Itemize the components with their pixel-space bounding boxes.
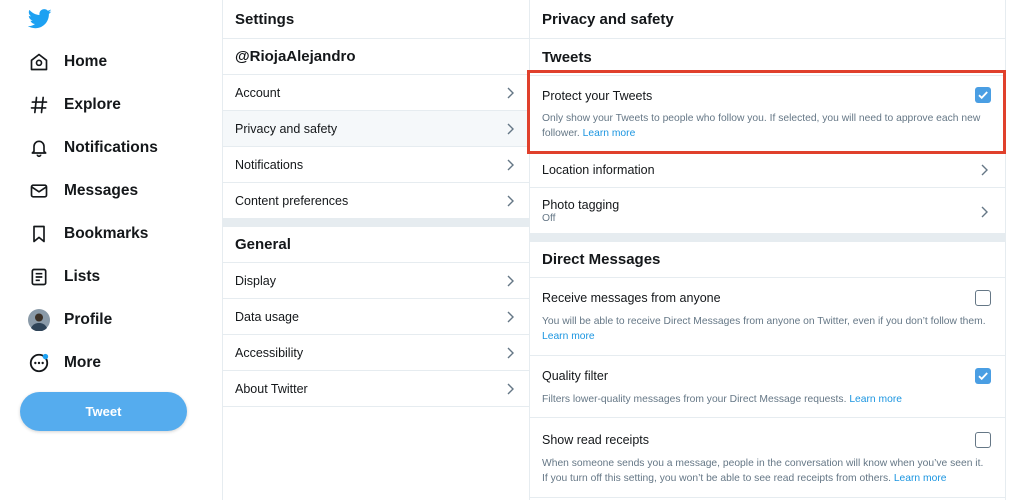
- read-receipts-checkbox[interactable]: [975, 432, 991, 448]
- settings-item-content-preferences[interactable]: Content preferences: [223, 183, 529, 219]
- privacy-title: Privacy and safety: [530, 0, 1005, 39]
- account-handle: @RiojaAlejandro: [223, 39, 529, 75]
- settings-item-accessibility[interactable]: Accessibility: [223, 335, 529, 371]
- nav-more-label: More: [64, 354, 102, 371]
- quality-filter-description: Filters lower-quality messages from your…: [542, 392, 987, 407]
- tweet-button[interactable]: Tweet: [20, 392, 187, 431]
- settings-item-label: Accessibility: [235, 345, 304, 360]
- protect-tweets-description: Only show your Tweets to people who foll…: [542, 111, 987, 141]
- settings-column: Settings @RiojaAlejandro Account Privacy…: [222, 0, 530, 500]
- receive-messages-title: Receive messages from anyone: [542, 291, 721, 305]
- photo-tagging-status: Off: [542, 213, 556, 224]
- chevron-right-icon: [507, 195, 514, 206]
- nav-profile[interactable]: Profile: [20, 302, 112, 338]
- settings-item-label: Data usage: [235, 309, 299, 324]
- settings-item-account[interactable]: Account: [223, 75, 529, 111]
- nav-notifications[interactable]: Notifications: [20, 130, 158, 166]
- chevron-right-icon: [507, 347, 514, 358]
- bell-icon: [27, 136, 51, 160]
- protect-tweets-title: Protect your Tweets: [542, 89, 653, 103]
- learn-more-link[interactable]: Learn more: [894, 473, 947, 484]
- settings-title: Settings: [223, 0, 529, 39]
- direct-messages-section-title: Direct Messages: [530, 242, 1005, 278]
- protect-tweets-row[interactable]: Protect your Tweets Only show your Tweet…: [530, 76, 1005, 152]
- chevron-right-icon: [507, 123, 514, 134]
- nav-notifications-label: Notifications: [64, 139, 158, 156]
- protect-tweets-checkbox[interactable]: [975, 87, 991, 103]
- settings-item-label: Notifications: [235, 157, 304, 172]
- checkmark-icon: [978, 372, 988, 381]
- receive-messages-description: You will be able to receive Direct Messa…: [542, 314, 987, 344]
- settings-item-display[interactable]: Display: [223, 263, 529, 299]
- nav-bookmarks-label: Bookmarks: [64, 225, 149, 242]
- nav-home[interactable]: Home: [20, 44, 107, 80]
- nav-messages[interactable]: Messages: [20, 173, 138, 209]
- privacy-column: Privacy and safety Tweets Protect your T…: [530, 0, 1006, 500]
- read-receipts-row[interactable]: Show read receipts When someone sends yo…: [530, 418, 1005, 498]
- settings-item-label: Account: [235, 85, 281, 100]
- chevron-right-icon: [507, 159, 514, 170]
- photo-tagging-row[interactable]: Photo tagging Off: [530, 188, 1005, 234]
- nav-messages-label: Messages: [64, 182, 139, 199]
- envelope-icon: [27, 179, 51, 203]
- learn-more-link[interactable]: Learn more: [583, 128, 636, 139]
- settings-item-label: Privacy and safety: [235, 121, 338, 136]
- nav-lists-label: Lists: [64, 268, 101, 285]
- nav-bookmarks[interactable]: Bookmarks: [20, 216, 148, 252]
- location-information-row[interactable]: Location information: [530, 152, 1005, 188]
- settings-item-privacy-and-safety[interactable]: Privacy and safety: [223, 111, 529, 147]
- quality-filter-row[interactable]: Quality filter Filters lower-quality mes…: [530, 356, 1005, 418]
- description-text: You will be able to receive Direct Messa…: [542, 316, 986, 327]
- home-icon: [27, 50, 51, 74]
- chevron-right-icon: [507, 311, 514, 322]
- learn-more-link[interactable]: Learn more: [542, 331, 595, 342]
- receive-messages-checkbox[interactable]: [975, 290, 991, 306]
- nav-more[interactable]: More: [20, 345, 101, 381]
- photo-tagging-title: Photo tagging: [542, 198, 620, 212]
- tweets-section-title: Tweets: [530, 39, 1005, 76]
- learn-more-link[interactable]: Learn more: [849, 394, 902, 405]
- hashtag-icon: [27, 93, 51, 117]
- location-information-title: Location information: [542, 163, 655, 177]
- quality-filter-checkbox[interactable]: [975, 368, 991, 384]
- chevron-right-icon: [507, 383, 514, 394]
- description-text: Filters lower-quality messages from your…: [542, 394, 847, 405]
- general-title: General: [223, 227, 529, 263]
- section-divider: [530, 234, 1005, 242]
- settings-item-notifications[interactable]: Notifications: [223, 147, 529, 183]
- left-navigation: Home Explore Notifications Messages Book…: [0, 0, 222, 500]
- settings-item-label: Content preferences: [235, 193, 349, 208]
- nav-lists[interactable]: Lists: [20, 259, 100, 295]
- more-icon: [27, 351, 51, 375]
- chevron-right-icon: [981, 206, 988, 218]
- section-divider: [223, 219, 529, 227]
- settings-item-label: About Twitter: [235, 381, 308, 396]
- nav-explore-label: Explore: [64, 96, 121, 113]
- receive-messages-row[interactable]: Receive messages from anyone You will be…: [530, 278, 1005, 356]
- list-icon: [27, 265, 51, 289]
- chevron-right-icon: [507, 275, 514, 286]
- chevron-right-icon: [981, 164, 988, 176]
- settings-item-about-twitter[interactable]: About Twitter: [223, 371, 529, 407]
- bookmark-icon: [27, 222, 51, 246]
- checkmark-icon: [978, 91, 988, 100]
- nav-profile-label: Profile: [64, 311, 113, 328]
- twitter-logo-icon[interactable]: [28, 8, 52, 30]
- settings-item-data-usage[interactable]: Data usage: [223, 299, 529, 335]
- avatar: [27, 308, 51, 332]
- chevron-right-icon: [507, 87, 514, 98]
- settings-item-label: Display: [235, 273, 276, 288]
- nav-explore[interactable]: Explore: [20, 87, 121, 123]
- read-receipts-title: Show read receipts: [542, 433, 650, 447]
- quality-filter-title: Quality filter: [542, 369, 608, 383]
- read-receipts-description: When someone sends you a message, people…: [542, 456, 987, 486]
- nav-home-label: Home: [64, 53, 108, 70]
